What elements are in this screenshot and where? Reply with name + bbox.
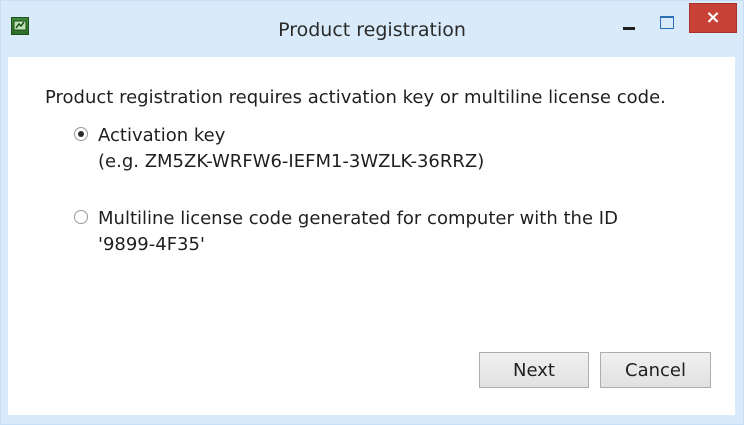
close-icon: × <box>705 7 721 28</box>
maximize-button[interactable] <box>649 9 685 37</box>
multiline-code-radio[interactable] <box>74 210 88 224</box>
close-button[interactable]: × <box>689 3 737 33</box>
activation-key-label[interactable]: Activation key (e.g. ZM5ZK-WRFW6-IEFM1-3… <box>98 123 484 175</box>
activation-key-example: (e.g. ZM5ZK-WRFW6-IEFM1-3WZLK-36RRZ) <box>98 151 485 172</box>
activation-key-title: Activation key <box>98 125 226 146</box>
minimize-icon <box>623 27 635 30</box>
minimize-button[interactable] <box>613 9 649 37</box>
multiline-code-label[interactable]: Multiline license code generated for com… <box>98 206 618 258</box>
multiline-code-title: Multiline license code generated for com… <box>98 208 618 229</box>
next-button[interactable]: Next <box>479 352 589 388</box>
activation-key-radio[interactable] <box>74 127 88 141</box>
title-bar[interactable]: Product registration × <box>1 1 743 57</box>
prompt-text: Product registration requires activation… <box>45 87 666 108</box>
cancel-button[interactable]: Cancel <box>600 352 711 388</box>
maximize-icon <box>660 16 674 29</box>
registration-window: Product registration × Product registrat… <box>0 0 744 425</box>
computer-id: '9899-4F35' <box>98 234 205 255</box>
dialog-content: Product registration requires activation… <box>8 57 735 415</box>
